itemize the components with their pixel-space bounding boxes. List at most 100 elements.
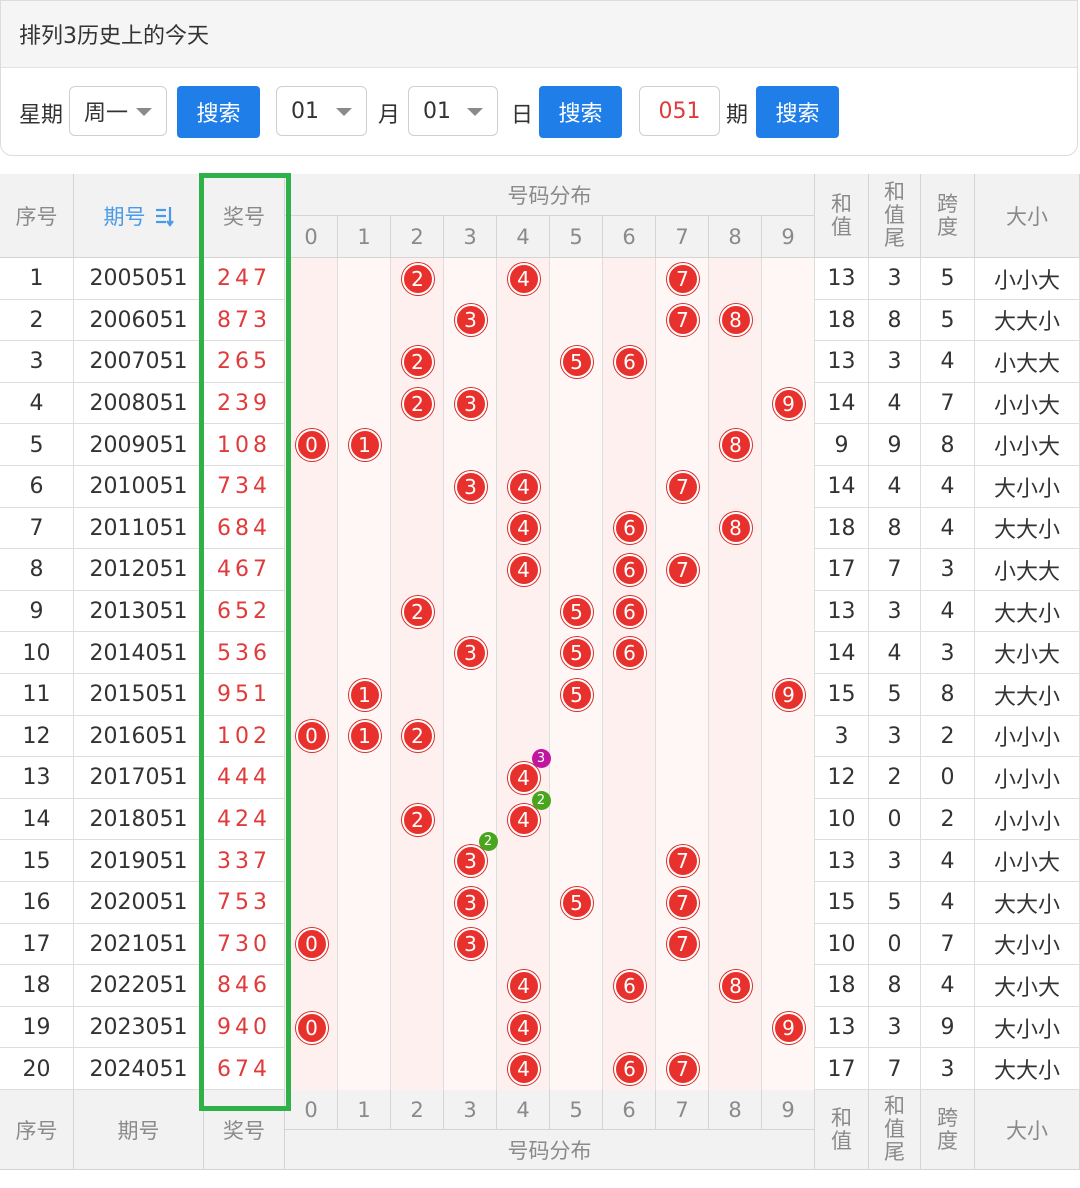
day-label: 日 (511, 103, 534, 128)
date-search-button[interactable]: 搜索 (539, 86, 622, 138)
distribution-cell (550, 507, 603, 550)
weekday-label: 星期 (19, 103, 64, 128)
header-sum-tail: 和值尾 (869, 174, 921, 258)
row-sum: 14 (815, 632, 869, 674)
row-period: 2005051 (74, 258, 204, 300)
header-sum-text-char: 和 (831, 191, 852, 216)
distribution-cell (709, 1006, 762, 1049)
row-size: 小小大 (975, 258, 1080, 300)
distribution-cell (338, 1048, 391, 1090)
distribution-cell (762, 549, 815, 591)
issue-search-button[interactable]: 搜索 (756, 86, 839, 138)
distribution-cell (338, 757, 391, 799)
distribution-cell (550, 424, 603, 466)
header-period[interactable]: 期号 (74, 174, 204, 258)
distribution-cell (603, 882, 656, 924)
row-sum: 18 (815, 507, 869, 550)
footer-sum-tail-text-char: 尾 (884, 1140, 905, 1164)
distribution-cell (603, 715, 656, 758)
distribution-cell (444, 715, 497, 758)
header-sum-text: 和值 (831, 191, 852, 239)
header-digit-8: 8 (709, 216, 762, 258)
row-sum-tail: 3 (869, 1006, 921, 1049)
footer-span-text: 跨度 (937, 1106, 958, 1153)
sort-icon[interactable] (154, 205, 174, 227)
header-seq: 序号 (0, 174, 74, 258)
distribution-cell (338, 382, 391, 425)
number-ball: 7 (666, 262, 699, 295)
row-period: 2021051 (74, 923, 204, 966)
row-size: 小大大 (975, 341, 1080, 383)
footer-digit-0: 0 (285, 1090, 338, 1130)
weekday-select[interactable]: 周一 (69, 86, 167, 136)
row-seq: 18 (0, 965, 74, 1007)
footer-sum-tail: 和值尾 (869, 1090, 921, 1170)
row-span: 5 (921, 299, 975, 342)
header-period-label: 期号 (103, 204, 146, 229)
number-ball: 0 (295, 429, 328, 462)
row-span: 8 (921, 674, 975, 716)
distribution-cell (550, 466, 603, 508)
footer-digit-2: 2 (391, 1090, 444, 1130)
header-period-wrap: 期号 (104, 201, 174, 231)
number-ball: 8 (719, 970, 752, 1002)
row-award-number: 684 (204, 507, 285, 550)
repeat-count-badge: 2 (478, 832, 498, 852)
distribution-cell (497, 840, 550, 882)
row-sum-tail: 4 (869, 382, 921, 425)
footer-period: 期号 (74, 1090, 204, 1170)
row-span: 3 (921, 549, 975, 591)
row-sum: 13 (815, 590, 869, 633)
distribution-cell (709, 882, 762, 924)
number-ball: 8 (719, 512, 752, 545)
row-period: 2024051 (74, 1048, 204, 1090)
day-select[interactable]: 01 (408, 86, 498, 136)
distribution-cell (285, 674, 338, 716)
distribution-cell (656, 757, 709, 799)
distribution-cell (497, 923, 550, 966)
distribution-cell (444, 424, 497, 466)
weekday-search-button[interactable]: 搜索 (177, 86, 260, 138)
month-select[interactable]: 01 (276, 86, 367, 136)
number-ball: 9 (772, 387, 805, 420)
row-award-number: 753 (204, 882, 285, 924)
row-sum-tail: 0 (869, 798, 921, 841)
distribution-cell (550, 965, 603, 1007)
row-award-number: 265 (204, 341, 285, 383)
footer-distribution: 号码分布 (285, 1130, 815, 1170)
distribution-cell (603, 299, 656, 342)
row-size: 小小大 (975, 382, 1080, 425)
distribution-cell (762, 1048, 815, 1090)
distribution-cell (709, 466, 762, 508)
distribution-cell (391, 882, 444, 924)
distribution-cell (391, 549, 444, 591)
row-span: 5 (921, 258, 975, 300)
row-award-number: 444 (204, 757, 285, 799)
distribution-cell (444, 1006, 497, 1049)
header-sum-text-char: 值 (831, 214, 852, 239)
distribution-cell (550, 715, 603, 758)
distribution-cell (550, 840, 603, 882)
distribution-cell (762, 632, 815, 674)
row-size: 大大小 (975, 1048, 1080, 1090)
number-ball: 5 (560, 886, 593, 919)
distribution-cell (603, 258, 656, 300)
row-sum: 13 (815, 258, 869, 300)
row-sum: 3 (815, 715, 869, 758)
row-seq: 8 (0, 549, 74, 591)
number-ball: 4 (507, 803, 540, 836)
distribution-cell (391, 1048, 444, 1090)
issue-input[interactable]: 051 (639, 86, 720, 136)
row-seq: 14 (0, 798, 74, 841)
distribution-cell (709, 715, 762, 758)
number-ball: 7 (666, 470, 699, 503)
distribution-cell (550, 798, 603, 841)
row-size: 小大大 (975, 549, 1080, 591)
distribution-cell (603, 840, 656, 882)
distribution-cell (550, 757, 603, 799)
row-seq: 5 (0, 424, 74, 466)
number-ball: 4 (507, 512, 540, 545)
number-ball: 1 (348, 429, 381, 462)
distribution-cell (285, 882, 338, 924)
search-row: 星期 周一 搜索 01 月 01 日 搜索 051 期 搜索 (1, 67, 1077, 155)
